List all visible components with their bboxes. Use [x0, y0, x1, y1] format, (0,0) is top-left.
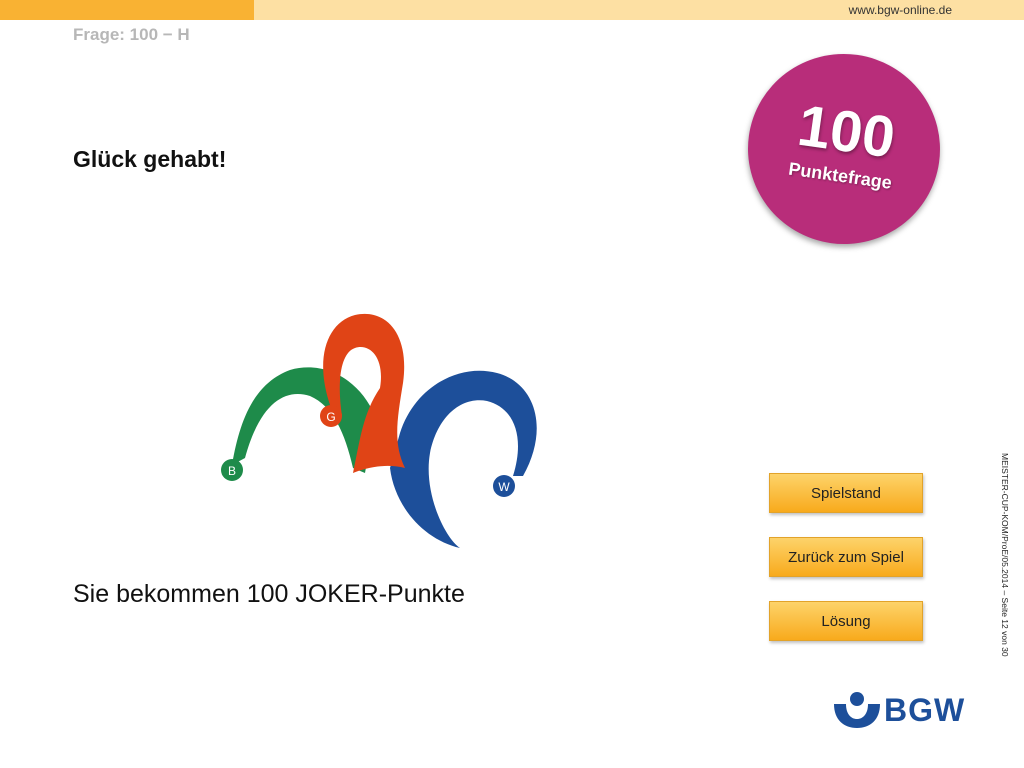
- joker-hat-image: B G W: [215, 308, 545, 553]
- logo-text: BGW: [884, 692, 966, 728]
- joker-points-text: Sie bekommen 100 JOKER-Punkte: [73, 580, 465, 608]
- slide: www.bgw-online.de Frage: 100 − H Glück g…: [0, 0, 1024, 768]
- back-to-game-button[interactable]: Zurück zum Spiel: [769, 537, 923, 577]
- joker-letter-b: B: [228, 464, 236, 478]
- page-title: Glück gehabt!: [73, 146, 227, 172]
- points-badge: 100 Punktefrage: [735, 41, 953, 257]
- website-url: www.bgw-online.de: [848, 3, 952, 17]
- joker-letter-g: G: [326, 410, 335, 424]
- bgw-logo-icon: [834, 692, 880, 728]
- question-label: Frage: 100 − H: [73, 25, 190, 44]
- page-footer-info: MEISTER-CUP-KOM/ProE/05.2014 – Seite 12 …: [1000, 453, 1010, 657]
- top-bar-accent: [0, 0, 254, 20]
- bgw-logo: BGW: [834, 690, 964, 730]
- score-button[interactable]: Spielstand: [769, 473, 923, 513]
- joker-letter-w: W: [498, 480, 510, 494]
- solution-button[interactable]: Lösung: [769, 601, 923, 641]
- joker-hat-icon: B G W: [221, 313, 537, 548]
